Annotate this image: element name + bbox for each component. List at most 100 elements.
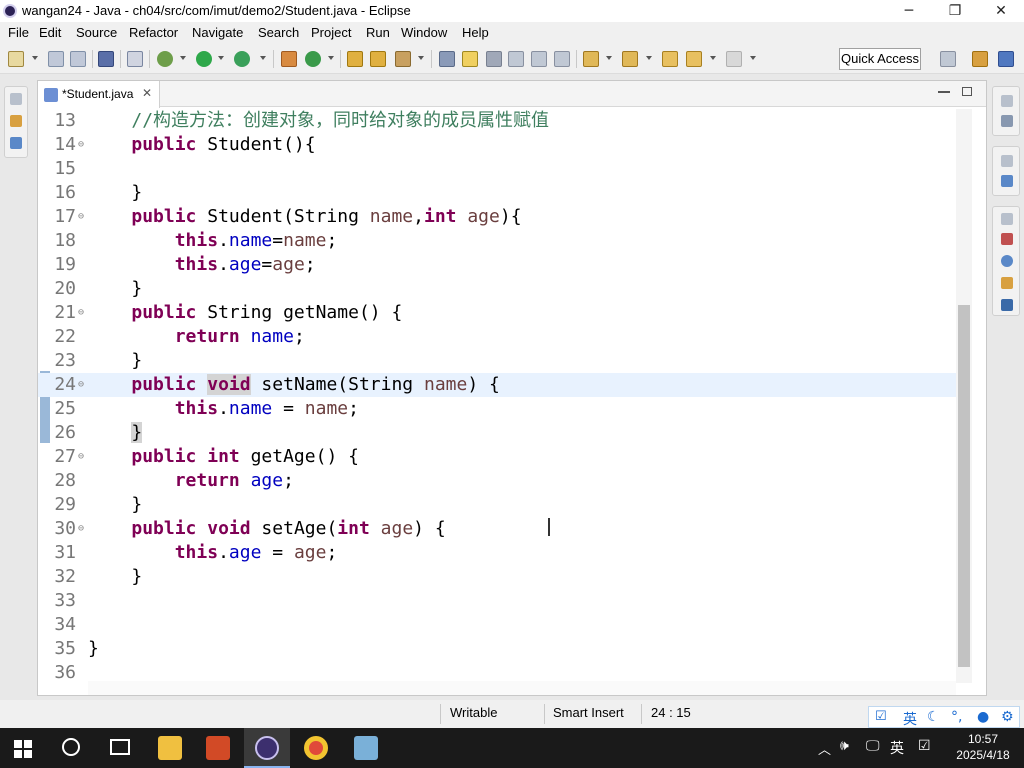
fold-toggle-icon[interactable]: ⊖	[78, 517, 84, 541]
back-dropdown-icon[interactable]	[710, 56, 716, 60]
restore-icon[interactable]	[10, 93, 22, 105]
menu-edit[interactable]: Edit	[39, 25, 61, 40]
vertical-scrollbar[interactable]	[956, 109, 972, 683]
external-tools-icon[interactable]	[234, 51, 250, 67]
notification-icon[interactable]: ☑	[918, 738, 931, 754]
menu-window[interactable]: Window	[401, 25, 447, 40]
fold-toggle-icon[interactable]: ⊖	[78, 133, 84, 157]
new-class-icon[interactable]	[305, 51, 321, 67]
new-class-dropdown-icon[interactable]	[328, 56, 334, 60]
open-resource-icon[interactable]	[370, 51, 386, 67]
minimize-editor-icon[interactable]	[938, 91, 950, 93]
open-perspective-icon[interactable]	[940, 51, 956, 67]
outline-icon[interactable]	[1001, 175, 1013, 187]
menu-file[interactable]: File	[8, 25, 29, 40]
search-tool-icon[interactable]	[395, 51, 411, 67]
code-line[interactable]: 32 }	[38, 565, 956, 589]
code-line[interactable]: 36	[38, 661, 956, 683]
ime-menu-icon[interactable]: ☑	[875, 709, 887, 724]
code-line[interactable]: 22 return name;	[38, 325, 956, 349]
previous-annotation-dropdown-icon[interactable]	[646, 56, 652, 60]
quick-access-field[interactable]: Quick Access	[839, 48, 921, 70]
new-java-project-icon[interactable]	[281, 51, 297, 67]
next-annotation-icon[interactable]	[583, 51, 599, 67]
code-line[interactable]: 33	[38, 589, 956, 613]
fold-toggle-icon[interactable]: ⊖	[78, 373, 84, 397]
previous-annotation-icon[interactable]	[622, 51, 638, 67]
code-line[interactable]: 31 this.age = age;	[38, 541, 956, 565]
java-ee-perspective-icon[interactable]	[972, 51, 988, 67]
fold-toggle-icon[interactable]: ⊖	[78, 205, 84, 229]
close-tab-icon[interactable]: ✕	[142, 86, 152, 100]
menu-navigate[interactable]: Navigate	[192, 25, 243, 40]
code-line[interactable]: 30 ⊖ public void setAge(int age) {	[38, 517, 956, 541]
code-line[interactable]: 13 //构造方法：创建对象，同时给对象的成员属性赋值	[38, 109, 956, 133]
code-line[interactable]: 18 this.name=name;	[38, 229, 956, 253]
close-window-button[interactable]: ✕	[978, 0, 1024, 22]
run-icon[interactable]	[196, 51, 212, 67]
code-line[interactable]: 35}	[38, 637, 956, 661]
console-view-icon[interactable]	[1001, 299, 1013, 311]
code-line[interactable]: 24 ⊖ public void setName(String name) {	[38, 373, 956, 397]
ime-settings-icon[interactable]: ⚙	[1001, 709, 1014, 725]
ime-punctuation-icon[interactable]: °,	[951, 709, 962, 725]
show-whitespace-icon[interactable]	[531, 51, 547, 67]
code-line[interactable]: 27 ⊖ public int getAge() {	[38, 445, 956, 469]
code-line[interactable]: 29 }	[38, 493, 956, 517]
code-line[interactable]: 20 }	[38, 277, 956, 301]
code-line[interactable]: 23 }	[38, 349, 956, 373]
open-type-icon[interactable]	[347, 51, 363, 67]
code-line[interactable]: 28 return age;	[38, 469, 956, 493]
minimize-button[interactable]: ─	[886, 0, 932, 22]
file-explorer-icon[interactable]	[158, 736, 182, 760]
console-icon[interactable]	[98, 51, 114, 67]
java-perspective-icon[interactable]	[998, 51, 1014, 67]
forward-dropdown-icon[interactable]	[750, 56, 756, 60]
block-selection-icon[interactable]	[486, 51, 502, 67]
menu-project[interactable]: Project	[311, 25, 351, 40]
ime-language[interactable]: 英	[903, 709, 917, 729]
restore-icon[interactable]	[1001, 155, 1013, 167]
code-line[interactable]: 19 this.age=age;	[38, 253, 956, 277]
horizontal-scrollbar[interactable]	[88, 681, 956, 695]
restore-icon[interactable]	[1001, 213, 1013, 225]
status-insert-mode[interactable]: Smart Insert	[553, 705, 624, 720]
package-explorer-icon[interactable]	[10, 115, 22, 127]
toggle-highlight-icon[interactable]	[462, 51, 478, 67]
code-line[interactable]: 14 ⊖ public Student(){	[38, 133, 956, 157]
ime-user-icon[interactable]: ●	[977, 709, 989, 725]
code-line[interactable]: 34	[38, 613, 956, 637]
maximize-button[interactable]: ❐	[932, 0, 978, 22]
code-line[interactable]: 26 }	[38, 421, 956, 445]
menu-search[interactable]: Search	[258, 25, 299, 40]
show-paragraph-icon[interactable]	[554, 51, 570, 67]
tray-language[interactable]: 英	[890, 738, 904, 758]
editor-tab-student-java[interactable]: *Student.java ✕	[38, 81, 160, 108]
menu-source[interactable]: Source	[76, 25, 117, 40]
save-all-icon[interactable]	[70, 51, 86, 67]
last-edit-location-icon[interactable]	[662, 51, 678, 67]
eclipse-taskbar-active[interactable]	[244, 728, 290, 768]
menu-help[interactable]: Help	[462, 25, 489, 40]
vertical-scrollbar-thumb[interactable]	[958, 305, 970, 667]
javadoc-icon[interactable]	[1001, 255, 1013, 267]
cortana-search-icon[interactable]	[62, 738, 80, 756]
new-icon[interactable]	[8, 51, 24, 67]
forward-icon[interactable]	[726, 51, 742, 67]
network-icon[interactable]: 🖵	[866, 738, 880, 754]
ime-moon-icon[interactable]: ☾	[927, 709, 940, 725]
skip-breakpoints-icon[interactable]	[127, 51, 143, 67]
tray-clock[interactable]: 10:57 2025/4/18	[948, 731, 1018, 763]
code-line[interactable]: 25 this.name = name;	[38, 397, 956, 421]
chrome-icon[interactable]	[304, 736, 328, 760]
windows-start-icon[interactable]	[14, 740, 32, 758]
code-line[interactable]: 15	[38, 157, 956, 181]
fold-toggle-icon[interactable]: ⊖	[78, 445, 84, 469]
task-view-icon[interactable]	[110, 739, 130, 755]
tray-chevron-icon[interactable]: ︿	[818, 739, 831, 758]
code-line[interactable]: 21 ⊖ public String getName() {	[38, 301, 956, 325]
new-dropdown-icon[interactable]	[32, 56, 38, 60]
powerpoint-icon[interactable]	[206, 736, 230, 760]
code-editor[interactable]: 13 //构造方法：创建对象，同时给对象的成员属性赋值 14 ⊖ public St…	[38, 109, 956, 683]
maximize-editor-icon[interactable]	[962, 87, 972, 96]
